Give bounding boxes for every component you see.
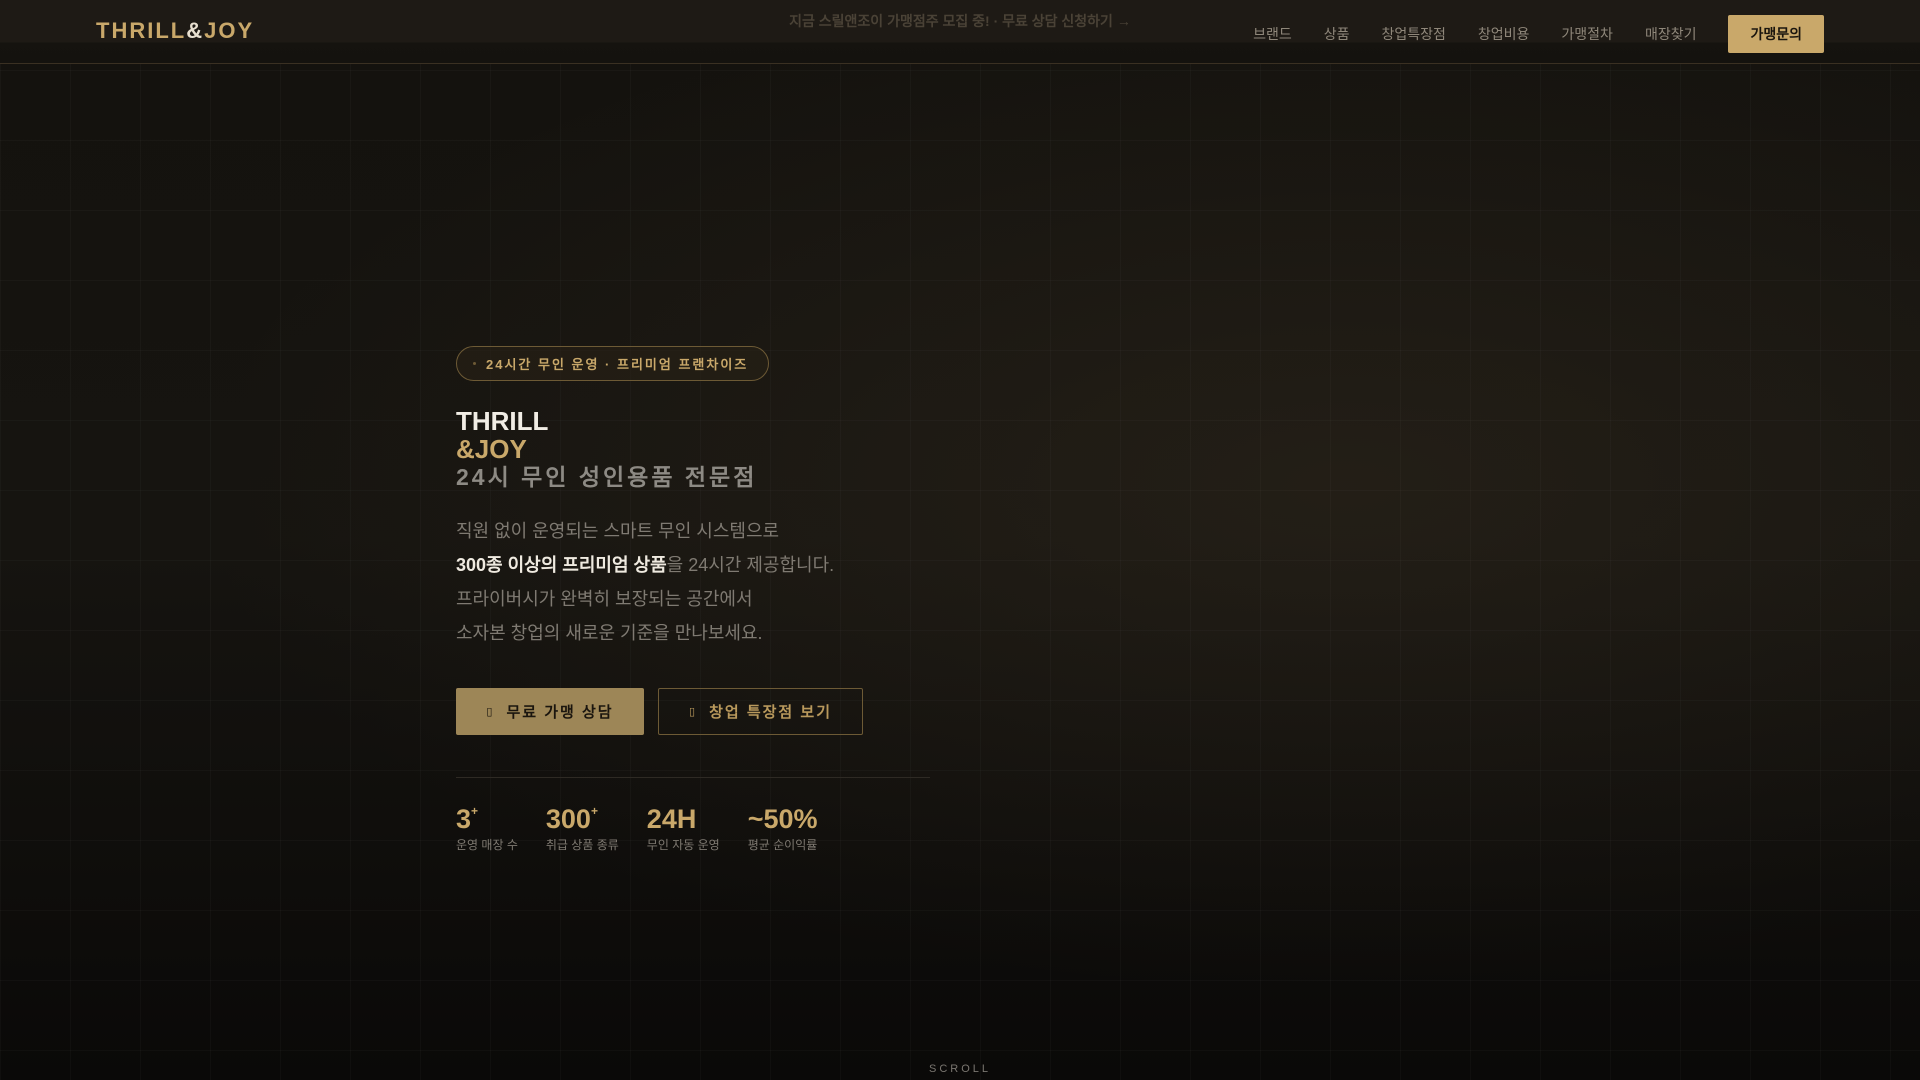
- nav-products[interactable]: 상품: [1324, 24, 1350, 44]
- view-advantages-button[interactable]: ▯ 창업 특장점 보기: [658, 688, 863, 735]
- hero-title-2: &JOY: [456, 434, 527, 464]
- hero-section: 24시간 무인 운영 · 프리미엄 프랜차이즈 THRILL &JOY 24시 …: [456, 346, 930, 853]
- nav-brand[interactable]: 브랜드: [1253, 24, 1292, 44]
- stat-stores: 3+ 운영 매장 수: [456, 804, 518, 853]
- stat-label: 취급 상품 종류: [545, 838, 619, 852]
- scroll-indicator[interactable]: SCROLL: [0, 1063, 1920, 1075]
- grid-overlay: [0, 0, 1920, 1080]
- stat-margin: ~50% 평균 순이익률: [748, 804, 818, 853]
- nav-costs[interactable]: 창업비용: [1478, 24, 1530, 44]
- nav-process[interactable]: 가맹절차: [1561, 24, 1613, 44]
- logo-text: THRILL: [96, 18, 187, 43]
- stat-value: 24H: [646, 804, 697, 834]
- stat-value: 3: [456, 804, 472, 834]
- stat-label: 무인 자동 운영: [646, 838, 720, 852]
- stat-suffix: +: [590, 804, 598, 818]
- hero-subtitle: 24시 무인 성인용품 전문점: [456, 464, 758, 490]
- desc-line-3: 프라이버시가 완벽히 보장되는 공간에서: [456, 589, 753, 609]
- desc-line-2: 300종 이상의 프리미엄 상품을 24시간 제공합니다.: [456, 548, 930, 582]
- stat-value: ~50%: [747, 804, 818, 834]
- divider: [456, 777, 930, 778]
- stat-label: 평균 순이익률: [747, 838, 818, 852]
- nav-advantages[interactable]: 창업특장점: [1381, 24, 1445, 44]
- franchise-inquiry-button[interactable]: 가맹문의: [1728, 15, 1824, 53]
- hero-title-1: THRILL: [456, 406, 549, 436]
- dot-icon: [473, 362, 476, 365]
- phone-icon: ▯: [486, 706, 495, 718]
- nav-store-finder[interactable]: 매장찾기: [1645, 24, 1697, 44]
- stat-label: 운영 매장 수: [456, 838, 518, 852]
- hero-badge: 24시간 무인 운영 · 프리미엄 프랜차이즈: [456, 346, 770, 381]
- announcement-text[interactable]: 지금 스릴앤조이 가맹점주 모집 중! · 무료 상담 신청하기 →: [789, 11, 1131, 31]
- secondary-button-label: 창업 특장점 보기: [709, 704, 832, 721]
- stats: 3+ 운영 매장 수 300+ 취급 상품 종류 24H 무인 자동 운영 ~50% 평…: [456, 804, 930, 853]
- desc-line-2-rest: 을 24시간 제공합니다.: [666, 555, 835, 575]
- stat-suffix: +: [471, 804, 479, 818]
- nav-links: 브랜드 상품 창업특장점 창업비용 가맹절차 매장찾기 가맹문의: [1253, 15, 1824, 53]
- stat-hours: 24H 무인 자동 운영: [647, 804, 720, 853]
- desc-line-1: 직원 없이 운영되는 스마트 무인 시스템으로: [456, 521, 780, 541]
- hero-description: 직원 없이 운영되는 스마트 무인 시스템으로 300종 이상의 프리미엄 상품…: [456, 514, 930, 650]
- arrow-icon: ▯: [689, 706, 698, 718]
- desc-highlight: 300종 이상의 프리미엄 상품: [456, 555, 667, 575]
- logo-amp: &: [186, 18, 205, 43]
- logo-text-end: JOY: [204, 18, 255, 43]
- stat-value: 300: [545, 804, 591, 834]
- logo[interactable]: THRILL&JOY: [96, 18, 254, 44]
- desc-line-4: 소자본 창업의 새로운 기준을 만나보세요.: [456, 623, 763, 643]
- free-consult-button[interactable]: ▯ 무료 가맹 상담: [456, 688, 644, 735]
- stat-products: 300+ 취급 상품 종류: [546, 804, 619, 853]
- primary-button-label: 무료 가맹 상담: [506, 704, 614, 721]
- announcement-bar[interactable]: 지금 스릴앤조이 가맹점주 모집 중! · 무료 상담 신청하기 →: [710, 0, 1210, 42]
- badge-text: 24시간 무인 운영 · 프리미엄 프랜차이즈: [486, 357, 749, 372]
